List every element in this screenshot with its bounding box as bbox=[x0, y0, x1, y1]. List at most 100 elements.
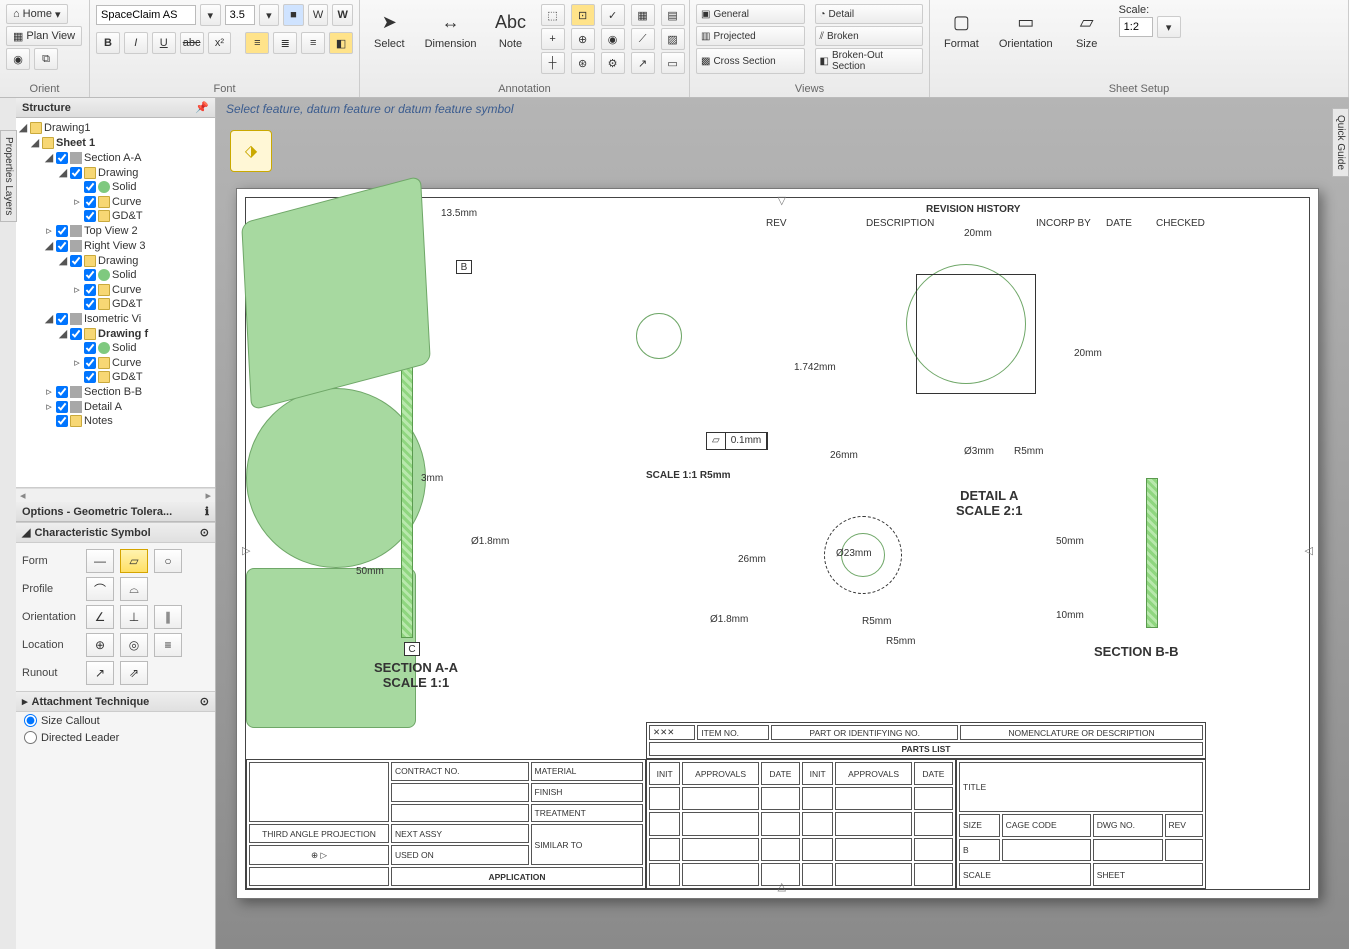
radio-directed-leader[interactable]: Directed Leader bbox=[16, 729, 215, 746]
sheet-format[interactable]: ▢Format bbox=[936, 4, 987, 54]
tree-item[interactable]: Solid bbox=[16, 341, 215, 355]
sym-position[interactable]: ⊕ bbox=[86, 633, 114, 657]
spin-icon[interactable]: ◉ bbox=[6, 48, 30, 70]
sym-flatness[interactable]: ▱ bbox=[120, 549, 148, 573]
sym-total-runout[interactable]: ⇗ bbox=[120, 661, 148, 685]
side-tab-quickguide[interactable]: Quick Guide bbox=[1332, 108, 1349, 177]
sheet-size[interactable]: ▱Size bbox=[1065, 4, 1109, 54]
center-tool[interactable]: + bbox=[541, 28, 565, 50]
font-color-button[interactable]: ■ bbox=[283, 4, 304, 26]
char-symbol-header[interactable]: ◢ Characteristic Symbol ⊙ bbox=[16, 522, 215, 543]
tree-item[interactable]: ◢Drawing f bbox=[16, 326, 215, 341]
tree-item[interactable]: Solid bbox=[16, 180, 215, 194]
sym-profile-line[interactable]: ⌒ bbox=[86, 577, 114, 601]
tree-item[interactable]: ▹Curve bbox=[16, 194, 215, 209]
sup-button[interactable]: x² bbox=[208, 32, 232, 54]
tree-item[interactable]: ◢Right View 3 bbox=[16, 238, 215, 253]
tree-item[interactable]: ▹Section B-B bbox=[16, 384, 215, 399]
bold-button[interactable]: B bbox=[96, 32, 120, 54]
tree-item[interactable]: ▹Curve bbox=[16, 355, 215, 370]
tree-sheet[interactable]: ◢Sheet 1 bbox=[16, 135, 215, 150]
align-center-button[interactable]: ≣ bbox=[273, 32, 297, 54]
panel-pin-icon[interactable]: 📌 bbox=[195, 101, 209, 114]
sheet-orientation[interactable]: ▭Orientation bbox=[991, 4, 1061, 54]
drawing-canvas[interactable]: Select feature, datum feature or datum f… bbox=[216, 98, 1349, 949]
tree-item[interactable]: GD&T bbox=[16, 209, 215, 223]
font-size-combo[interactable] bbox=[225, 5, 255, 25]
tree-item[interactable]: ◢Section A-A bbox=[16, 150, 215, 165]
structure-tree[interactable]: ◢Drawing1 ◢Sheet 1 ◢Section A-A ◢Drawing… bbox=[16, 118, 215, 488]
home-menu[interactable]: ⌂ Home ▾ bbox=[6, 4, 68, 24]
view-cross[interactable]: ▩ Cross Section bbox=[696, 48, 805, 74]
sym-profile-surface[interactable]: ⌓ bbox=[120, 577, 148, 601]
view-broken-out[interactable]: ◧ Broken-Out Section bbox=[815, 48, 924, 74]
sym-runout[interactable]: ↗ bbox=[86, 661, 114, 685]
sym-parallel[interactable]: ∥ bbox=[154, 605, 182, 629]
attach-header[interactable]: ▸ Attachment Technique ⊙ bbox=[16, 691, 215, 712]
weld-tool[interactable]: ⟋ bbox=[631, 28, 655, 50]
highlight-button[interactable]: ◧ bbox=[329, 32, 353, 54]
tree-item[interactable]: GD&T bbox=[16, 370, 215, 384]
align-right-button[interactable]: ≡ bbox=[301, 32, 325, 54]
box-tool[interactable]: ▭ bbox=[661, 52, 685, 74]
gear-tool[interactable]: ⚙ bbox=[601, 52, 625, 74]
font-family-dropdown[interactable]: ▾ bbox=[200, 4, 221, 26]
tree-scrollbar[interactable]: ◂▸ bbox=[16, 488, 215, 502]
font-group-label: Font bbox=[96, 81, 353, 95]
side-tab-properties[interactable]: Properties Layers bbox=[0, 130, 17, 222]
note-tool[interactable]: AbcNote bbox=[489, 4, 533, 54]
select-tool[interactable]: ➤Select bbox=[366, 4, 413, 54]
panel-pin-icon[interactable]: ℹ bbox=[205, 505, 209, 518]
tree-item[interactable]: ◢Isometric Vi bbox=[16, 311, 215, 326]
sym-perpendicular[interactable]: ⊥ bbox=[120, 605, 148, 629]
scale-input[interactable] bbox=[1119, 17, 1153, 37]
sym-symmetry[interactable]: ≡ bbox=[154, 633, 182, 657]
view-general[interactable]: ▣ General bbox=[696, 4, 805, 24]
scale-dropdown[interactable]: ▾ bbox=[1157, 16, 1181, 38]
centerline-tool[interactable]: ┼ bbox=[541, 52, 565, 74]
plan-view-button[interactable]: ▦ Plan View bbox=[6, 26, 82, 46]
collapse-icon[interactable]: ⊙ bbox=[200, 695, 209, 708]
dimension-tool[interactable]: ↔Dimension bbox=[417, 4, 485, 54]
font-family-combo[interactable] bbox=[96, 5, 196, 25]
arrow-tool[interactable]: ↗ bbox=[631, 52, 655, 74]
sym-circularity[interactable]: ○ bbox=[154, 549, 182, 573]
table-tool[interactable]: ▦ bbox=[631, 4, 655, 26]
case-wx-button[interactable]: W bbox=[332, 4, 353, 26]
table2-tool[interactable]: ▤ bbox=[661, 4, 685, 26]
case-w-button[interactable]: W bbox=[308, 4, 329, 26]
globe-tool[interactable]: ⊛ bbox=[571, 52, 595, 74]
thread-tool[interactable]: ◉ bbox=[601, 28, 625, 50]
radio-size-callout[interactable]: Size Callout bbox=[16, 712, 215, 729]
bolt-tool[interactable]: ⊕ bbox=[571, 28, 595, 50]
view-projected[interactable]: ▥ Projected bbox=[696, 26, 805, 46]
collapse-icon[interactable]: ⊙ bbox=[200, 526, 209, 539]
sym-angularity[interactable]: ∠ bbox=[86, 605, 114, 629]
strike-button[interactable]: abc bbox=[180, 32, 204, 54]
datum-tool[interactable]: ⬚ bbox=[541, 4, 565, 26]
surface-tool[interactable]: ✓ bbox=[601, 4, 625, 26]
gdt-tool[interactable]: ⊡ bbox=[571, 4, 595, 26]
sym-concentric[interactable]: ◎ bbox=[120, 633, 148, 657]
italic-button[interactable]: I bbox=[124, 32, 148, 54]
view-cube[interactable]: ⬗ bbox=[230, 130, 272, 172]
tree-root[interactable]: ◢Drawing1 bbox=[16, 120, 215, 135]
tree-item[interactable]: ▹Top View 2 bbox=[16, 223, 215, 238]
tree-item[interactable]: Solid bbox=[16, 268, 215, 282]
hatch-tool[interactable]: ▨ bbox=[661, 28, 685, 50]
view-broken[interactable]: ⫽ Broken bbox=[815, 26, 924, 46]
sym-straightness[interactable]: — bbox=[86, 549, 114, 573]
tree-item[interactable]: ◢Drawing bbox=[16, 253, 215, 268]
view-icon[interactable]: ⧉ bbox=[34, 48, 58, 70]
underline-button[interactable]: U bbox=[152, 32, 176, 54]
align-left-button[interactable]: ≡ bbox=[245, 32, 269, 54]
font-size-dropdown[interactable]: ▾ bbox=[259, 4, 280, 26]
opt-label-runout: Runout bbox=[22, 667, 82, 679]
tree-item[interactable]: Notes bbox=[16, 414, 215, 428]
tree-item[interactable]: GD&T bbox=[16, 297, 215, 311]
tree-item[interactable]: ▹Detail A bbox=[16, 399, 215, 414]
tree-item[interactable]: ◢Drawing bbox=[16, 165, 215, 180]
view-detail[interactable]: ◔ Detail bbox=[815, 4, 924, 24]
detail-square bbox=[916, 274, 1036, 394]
tree-item[interactable]: ▹Curve bbox=[16, 282, 215, 297]
